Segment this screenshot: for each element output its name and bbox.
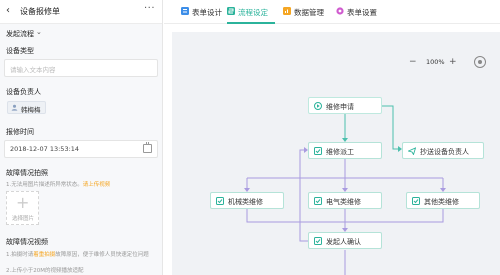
start-icon: [314, 102, 322, 110]
edge-apply-cc: [382, 105, 400, 150]
node-dispatch[interactable]: 维修派工: [308, 142, 382, 159]
approval-icon: [314, 237, 322, 245]
node-mech[interactable]: 机械类维修: [210, 192, 284, 209]
approval-icon: [216, 197, 224, 205]
approval-icon: [412, 197, 420, 205]
node-elec[interactable]: 电气类维修: [308, 192, 382, 209]
node-confirm[interactable]: 发起人确认: [308, 232, 382, 249]
flow-edges: [244, 105, 446, 275]
node-other[interactable]: 其他类维修: [406, 192, 480, 209]
send-icon: [408, 147, 416, 155]
edge-confirm-loop: [299, 149, 308, 242]
node-apply[interactable]: 维修申请: [308, 97, 382, 114]
approval-icon: [314, 197, 322, 205]
approval-icon: [314, 147, 322, 155]
node-cc[interactable]: 抄送设备负责人: [402, 142, 484, 159]
